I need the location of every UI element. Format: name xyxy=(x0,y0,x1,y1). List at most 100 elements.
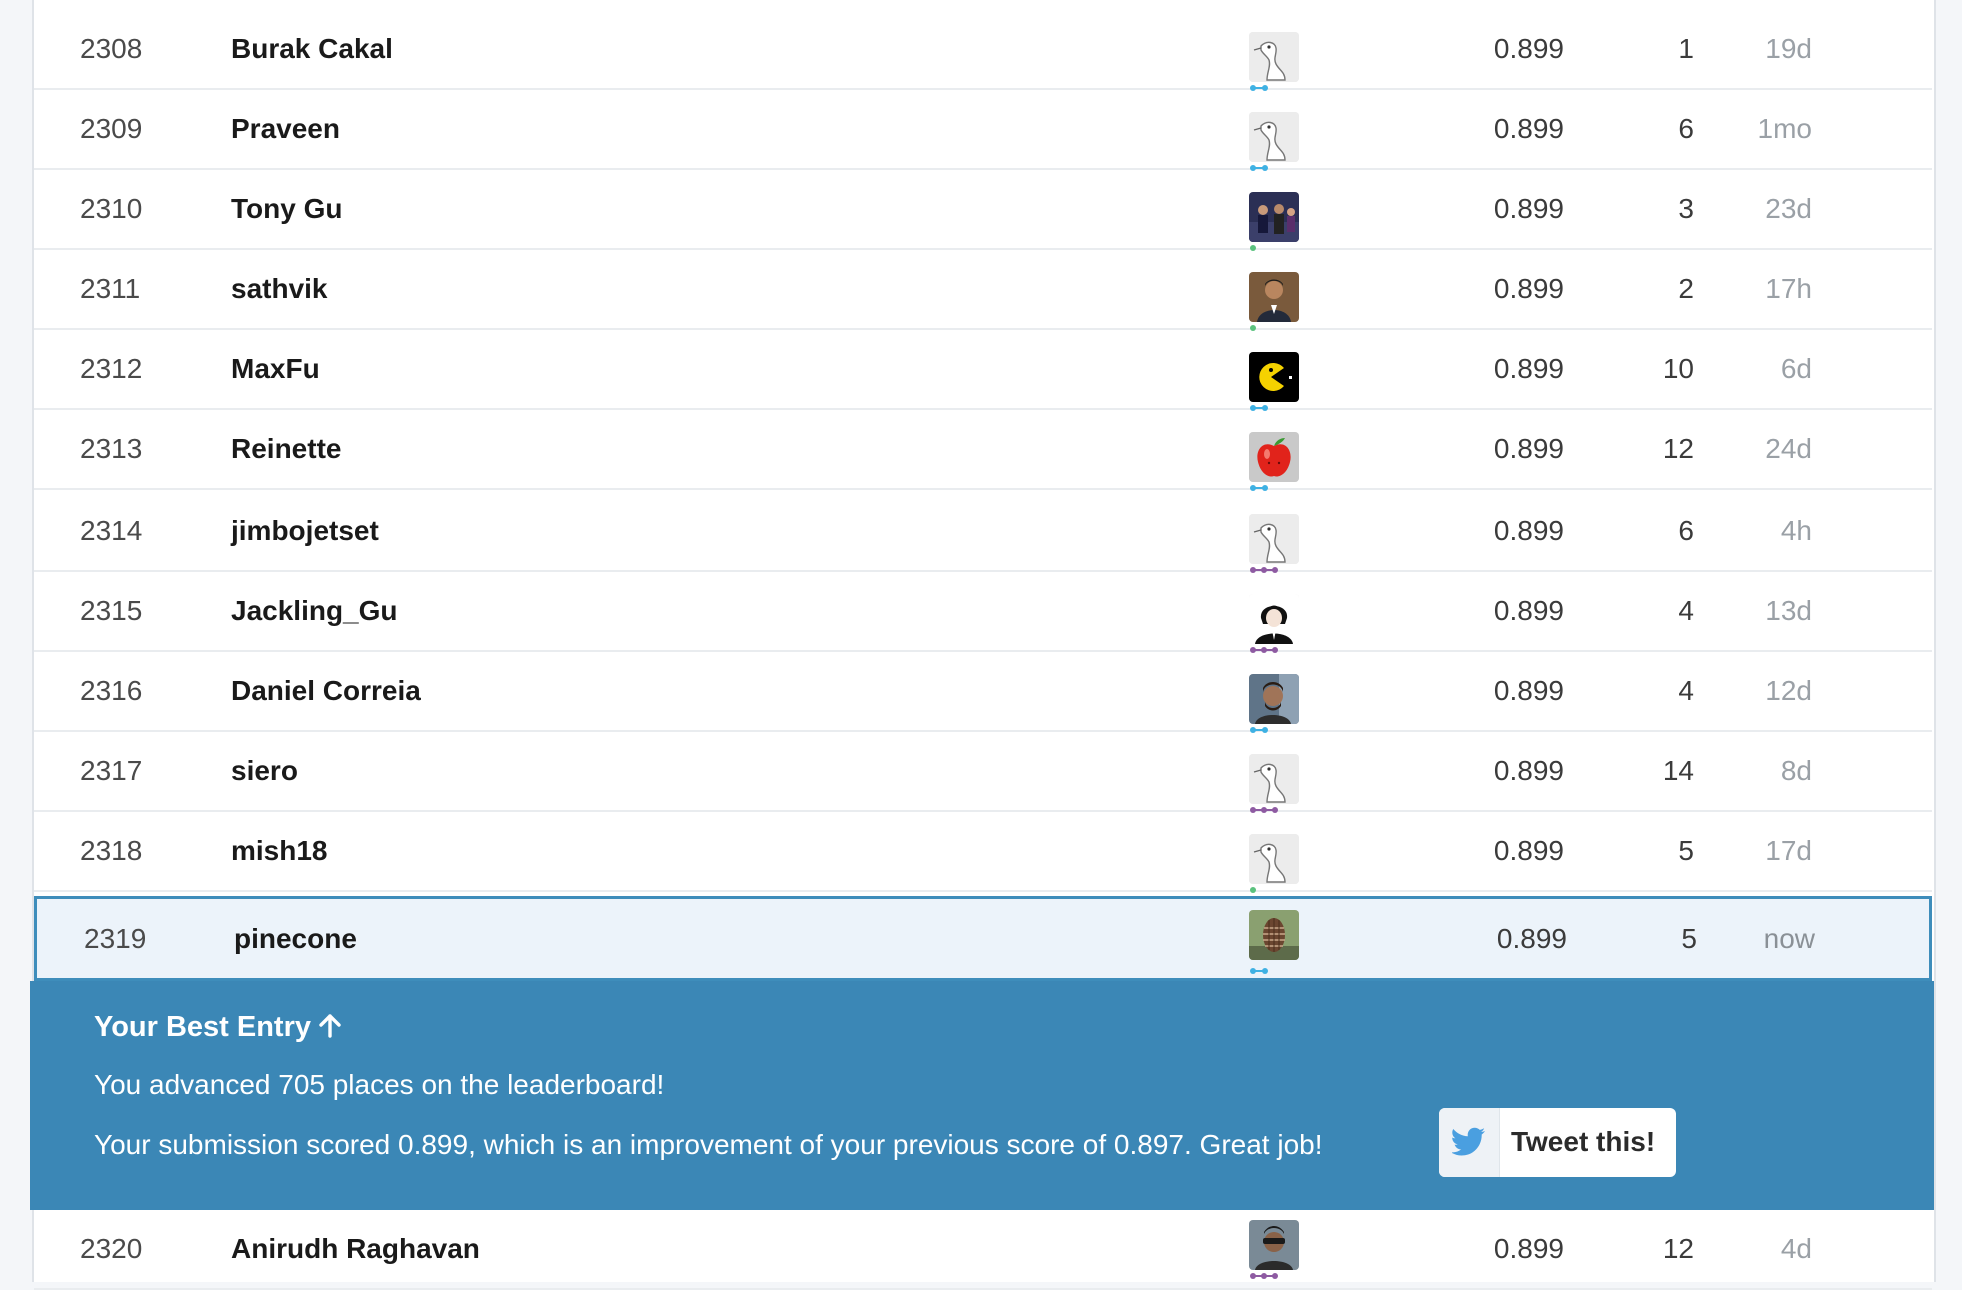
score-cell: 0.899 xyxy=(1493,113,1564,144)
last-submission-cell: 8d xyxy=(1780,755,1812,786)
tier-badge-icon xyxy=(1249,886,1257,894)
default-avatar-icon[interactable] xyxy=(1249,32,1299,82)
arrow-up-icon xyxy=(317,1013,343,1039)
entries-cell: 12 xyxy=(1662,433,1694,464)
team-name[interactable]: jimbojetset xyxy=(231,492,1131,570)
last-submission-cell: 4d xyxy=(1780,1233,1812,1264)
last-submission-cell: 6d xyxy=(1780,353,1812,384)
leaderboard-row[interactable]: 2312 MaxFu 0.899 10 6d xyxy=(34,330,1932,411)
score-cell: 0.899 xyxy=(1493,675,1564,706)
rank-cell: 2319 xyxy=(84,923,147,954)
entries-cell: 3 xyxy=(1678,193,1694,224)
team-name[interactable]: siero xyxy=(231,732,1131,810)
leaderboard-row[interactable]: 2308 Burak Cakal 0.899 1 19d xyxy=(34,10,1932,91)
entries-cell: 14 xyxy=(1662,755,1694,786)
team-name[interactable]: MaxFu xyxy=(231,330,1131,408)
rank-cell: 2315 xyxy=(80,595,143,626)
rank-cell: 2314 xyxy=(80,515,143,546)
team-name[interactable]: Daniel Correia xyxy=(231,652,1131,730)
my-leaderboard-row[interactable]: 2319 pinecone 0.899 5 now xyxy=(34,896,1932,981)
best-entry-banner: Your Best Entry You advanced 705 places … xyxy=(30,981,1934,1210)
best-entry-title-text: Your Best Entry xyxy=(94,1011,312,1043)
default-avatar-icon[interactable] xyxy=(1249,514,1299,564)
leaderboard-row[interactable]: 2317 siero 0.899 14 8d xyxy=(34,732,1932,813)
leaderboard-row[interactable]: 2316 Daniel Correia 0.899 4 12d xyxy=(34,652,1932,733)
team-name[interactable]: Tony Gu xyxy=(231,170,1131,248)
pacman-avatar[interactable] xyxy=(1249,352,1299,402)
rank-cell: 2311 xyxy=(80,273,141,304)
rank-cell: 2318 xyxy=(80,835,143,866)
rank-cell: 2309 xyxy=(80,113,143,144)
leaderboard-row[interactable]: 2315 Jackling_Gu 0.899 4 13d xyxy=(34,572,1932,653)
score-cell: 0.899 xyxy=(1493,33,1564,64)
score-cell: 0.899 xyxy=(1493,353,1564,384)
last-submission-cell: now xyxy=(1763,923,1815,954)
tier-badge-icon xyxy=(1249,967,1271,975)
entries-cell: 6 xyxy=(1678,515,1694,546)
twitter-bird-icon xyxy=(1439,1108,1500,1177)
entries-cell: 5 xyxy=(1681,923,1697,954)
default-avatar-icon[interactable] xyxy=(1249,112,1299,162)
team-name[interactable]: Jackling_Gu xyxy=(231,572,1131,650)
tier-badge-icon xyxy=(1249,484,1271,492)
rank-cell: 2313 xyxy=(80,433,143,464)
rank-cell: 2317 xyxy=(80,755,143,786)
photo-avatar[interactable] xyxy=(1249,272,1299,322)
score-cell: 0.899 xyxy=(1493,755,1564,786)
default-avatar-icon[interactable] xyxy=(1249,754,1299,804)
tier-badge-icon xyxy=(1249,1272,1279,1280)
photo-avatar[interactable] xyxy=(1249,1220,1299,1270)
leaderboard-row[interactable]: 2320 Anirudh Raghavan 0.899 12 4d xyxy=(34,1210,1932,1290)
score-cell: 0.899 xyxy=(1493,515,1564,546)
score-cell: 0.899 xyxy=(1493,835,1564,866)
team-name[interactable]: Burak Cakal xyxy=(231,10,1131,88)
last-submission-cell: 1mo xyxy=(1757,113,1812,144)
score-cell: 0.899 xyxy=(1493,273,1564,304)
entries-cell: 2 xyxy=(1678,273,1694,304)
rank-cell: 2320 xyxy=(80,1233,143,1264)
leaderboard-row[interactable]: 2310 Tony Gu 0.899 3 23d xyxy=(34,170,1932,251)
tweet-this-label: Tweet this! xyxy=(1511,1126,1656,1157)
team-name[interactable]: Reinette xyxy=(231,410,1131,488)
score-cell: 0.899 xyxy=(1493,1233,1564,1264)
team-name[interactable]: Praveen xyxy=(231,90,1131,168)
team-name[interactable]: mish18 xyxy=(231,812,1131,890)
entries-cell: 1 xyxy=(1678,33,1694,64)
score-cell: 0.899 xyxy=(1493,193,1564,224)
anime-avatar[interactable] xyxy=(1249,594,1299,644)
team-name[interactable]: sathvik xyxy=(231,250,1131,328)
last-submission-cell: 4h xyxy=(1780,515,1812,546)
entries-cell: 4 xyxy=(1678,595,1694,626)
leaderboard-row[interactable]: 2309 Praveen 0.899 6 1mo xyxy=(34,90,1932,171)
apple-avatar[interactable] xyxy=(1249,432,1299,482)
last-submission-cell: 17h xyxy=(1765,273,1812,304)
last-submission-cell: 24d xyxy=(1765,433,1812,464)
pinecone-avatar[interactable] xyxy=(1249,910,1299,960)
best-entry-title: Your Best Entry xyxy=(94,1011,343,1044)
team-name[interactable]: Anirudh Raghavan xyxy=(231,1210,1131,1288)
rank-cell: 2308 xyxy=(80,33,143,64)
leaderboard-row[interactable]: 2311 sathvik 0.899 2 17h xyxy=(34,250,1932,331)
score-cell: 0.899 xyxy=(1493,595,1564,626)
default-avatar-icon[interactable] xyxy=(1249,834,1299,884)
photo-avatar[interactable] xyxy=(1249,674,1299,724)
last-submission-cell: 17d xyxy=(1765,835,1812,866)
last-submission-cell: 12d xyxy=(1765,675,1812,706)
score-improvement-text: Your submission scored 0.899, which is a… xyxy=(94,1129,1323,1160)
tweet-this-button[interactable]: Tweet this! xyxy=(1439,1108,1676,1177)
team-name[interactable]: pinecone xyxy=(234,899,1134,977)
last-submission-cell: 19d xyxy=(1765,33,1812,64)
leaderboard-row[interactable]: 2314 jimbojetset 0.899 6 4h xyxy=(34,492,1932,573)
rank-cell: 2316 xyxy=(80,675,143,706)
score-cell: 0.899 xyxy=(1496,923,1567,954)
rank-cell: 2310 xyxy=(80,193,143,224)
entries-cell: 5 xyxy=(1678,835,1694,866)
entries-cell: 10 xyxy=(1662,353,1694,384)
advanced-places-text: You advanced 705 places on the leaderboa… xyxy=(94,1069,665,1100)
last-submission-cell: 23d xyxy=(1765,193,1812,224)
entries-cell: 4 xyxy=(1678,675,1694,706)
leaderboard-row[interactable]: 2313 Reinette 0.899 12 24d xyxy=(34,410,1932,492)
leaderboard-row[interactable]: 2318 mish18 0.899 5 17d xyxy=(34,812,1932,894)
rank-cell: 2312 xyxy=(80,353,143,384)
photo-avatar[interactable] xyxy=(1249,192,1299,242)
